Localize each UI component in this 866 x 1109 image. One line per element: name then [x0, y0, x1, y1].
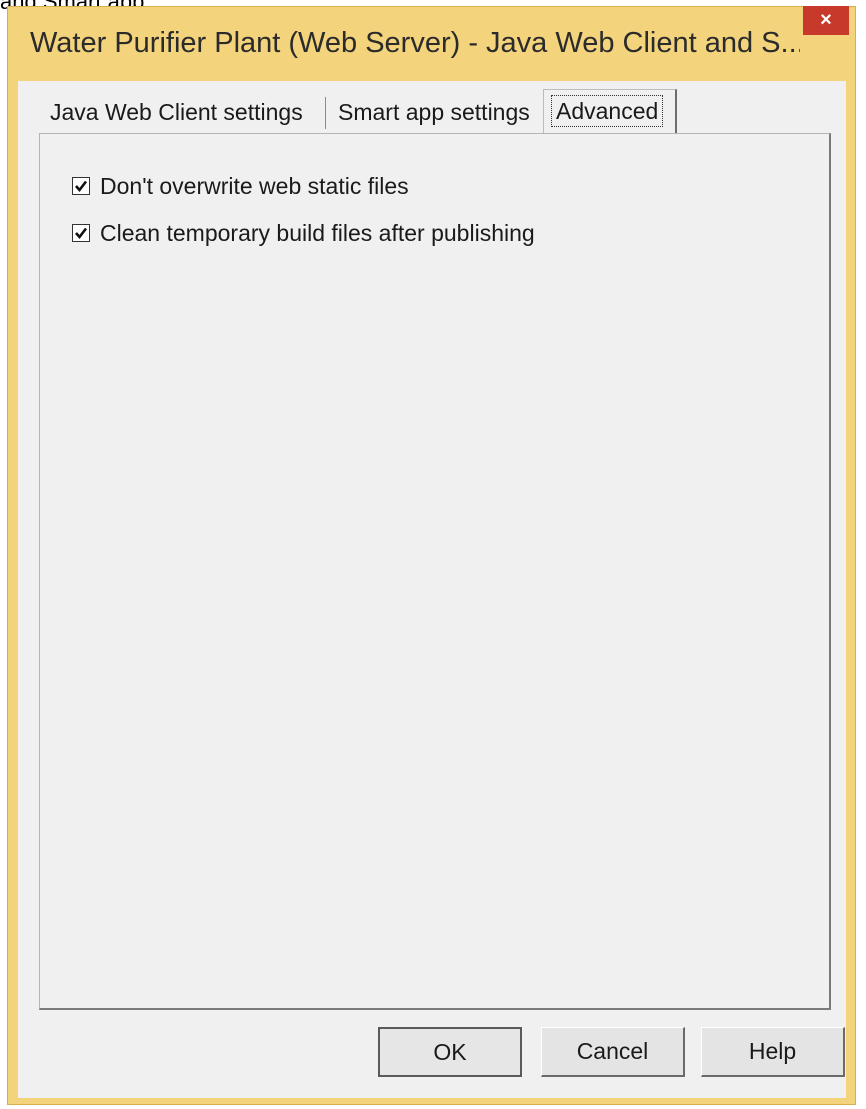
option-label: Clean temporary build files after publis… [100, 219, 535, 246]
tab-label: Smart app settings [338, 99, 530, 125]
tab-separator [325, 97, 326, 129]
help-button[interactable]: Help [701, 1027, 845, 1077]
advanced-tab-panel: Don't overwrite web static files Clean t… [39, 133, 831, 1010]
dialog-window: Water Purifier Plant (Web Server) - Java… [7, 6, 856, 1105]
window-title: Water Purifier Plant (Web Server) - Java… [30, 27, 800, 59]
tab-advanced[interactable]: Advanced [543, 89, 677, 133]
close-button[interactable]: × [803, 6, 849, 35]
cancel-button[interactable]: Cancel [541, 1027, 685, 1077]
tab-smart-app-settings[interactable]: Smart app settings [330, 94, 538, 130]
option-label: Don't overwrite web static files [100, 172, 409, 199]
close-icon: × [820, 9, 832, 31]
dont-overwrite-static-files-checkbox[interactable] [72, 177, 90, 195]
checkmark-icon [75, 227, 88, 240]
tab-label: Java Web Client settings [50, 99, 303, 125]
clean-temp-build-files-option[interactable]: Clean temporary build files after publis… [72, 219, 535, 247]
tab-label: Advanced [551, 95, 664, 127]
title-bar[interactable]: Water Purifier Plant (Web Server) - Java… [8, 6, 855, 81]
clean-temp-build-files-checkbox[interactable] [72, 224, 90, 242]
dialog-client-area: Java Web Client settings Smart app setti… [18, 81, 846, 1098]
ok-button[interactable]: OK [378, 1027, 522, 1077]
tab-java-web-client-settings[interactable]: Java Web Client settings [42, 94, 311, 130]
checkmark-icon [75, 180, 88, 193]
dont-overwrite-static-files-option[interactable]: Don't overwrite web static files [72, 172, 409, 200]
